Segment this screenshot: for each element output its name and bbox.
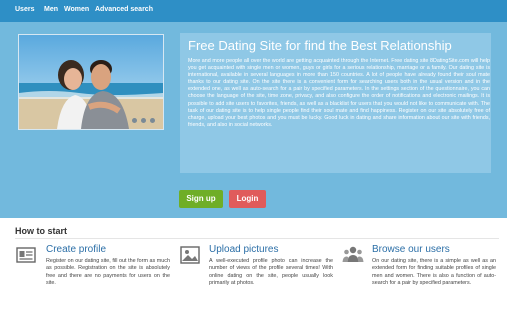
hero-title: Free Dating Site for find the Best Relat…: [188, 38, 452, 53]
login-button[interactable]: Login: [229, 190, 266, 208]
slider-dot[interactable]: [141, 118, 146, 123]
browse-users-link[interactable]: Browse our users: [372, 244, 450, 255]
upload-pictures-description: A well-executed profile photo can increa…: [209, 258, 333, 286]
top-navigation: Users Men Women Advanced search: [0, 0, 507, 22]
nav-advanced-search[interactable]: Advanced search: [95, 6, 153, 13]
section-heading: How to start: [15, 226, 68, 236]
slider-dots: [132, 118, 158, 124]
nav-users[interactable]: Users: [15, 6, 34, 13]
upload-pictures-link[interactable]: Upload pictures: [209, 244, 278, 255]
browse-users-description: On our dating site, there is a simple as…: [372, 258, 496, 286]
slider-dot[interactable]: [132, 118, 137, 123]
slider-dot[interactable]: [150, 118, 155, 123]
create-profile-description: Register on our dating site, fill out th…: [46, 258, 170, 286]
create-profile-link[interactable]: Create profile: [46, 244, 106, 255]
signup-button[interactable]: Sign up: [179, 190, 223, 208]
divider: [15, 238, 499, 239]
profile-card-icon: [15, 244, 37, 266]
picture-icon: [179, 244, 201, 266]
hero-description: More and more people all over the world …: [188, 58, 490, 128]
users-group-icon: [342, 244, 364, 266]
nav-men[interactable]: Men: [44, 6, 58, 13]
couple-on-beach-image: [19, 35, 163, 129]
nav-women[interactable]: Women: [64, 6, 89, 13]
hero-slider-image: [18, 34, 164, 130]
